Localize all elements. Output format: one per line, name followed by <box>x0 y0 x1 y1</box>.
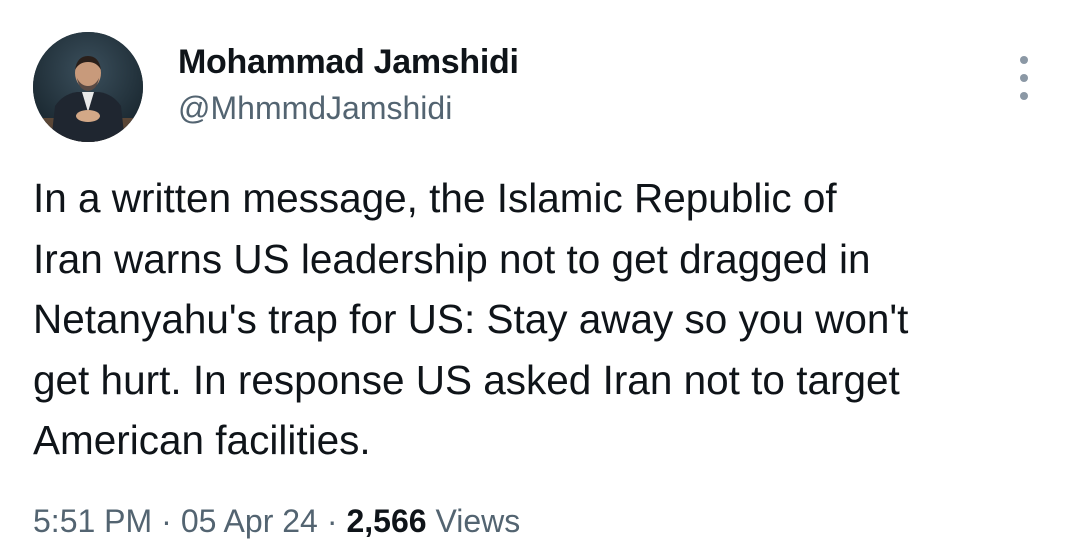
separator: · <box>161 503 172 539</box>
avatar-photo <box>33 32 143 142</box>
tweet-date[interactable]: 05 Apr 24 <box>181 503 318 539</box>
tweet-text-line: In a written message, the Islamic Republ… <box>33 175 837 221</box>
author-name[interactable]: Mohammad Jamshidi <box>178 43 519 82</box>
more-vertical-icon <box>1020 56 1028 64</box>
tweet-text: In a written message, the Islamic Republ… <box>33 168 1053 471</box>
views-count: 2,566 <box>346 503 427 539</box>
tweet-metadata: 5:51 PM · 05 Apr 24 · 2,566 Views <box>33 503 520 540</box>
more-options-button[interactable] <box>1004 56 1044 100</box>
tweet-card: Mohammad Jamshidi @MhmmdJamshidi In a wr… <box>0 0 1080 558</box>
tweet-time[interactable]: 5:51 PM <box>33 503 152 539</box>
tweet-text-line: Netanyahu's trap for US: Stay away so yo… <box>33 296 909 342</box>
tweet-text-line: Iran warns US leadership not to get drag… <box>33 235 871 282</box>
separator: · <box>326 503 338 539</box>
tweet-text-line: get hurt. In response US asked Iran not … <box>33 356 900 403</box>
more-vertical-icon <box>1020 74 1028 82</box>
avatar[interactable] <box>33 32 143 142</box>
tweet-text-line: American facilities. <box>33 417 371 463</box>
views-label: Views <box>435 503 521 539</box>
author-handle[interactable]: @MhmmdJamshidi <box>178 90 452 127</box>
more-vertical-icon <box>1020 92 1028 100</box>
